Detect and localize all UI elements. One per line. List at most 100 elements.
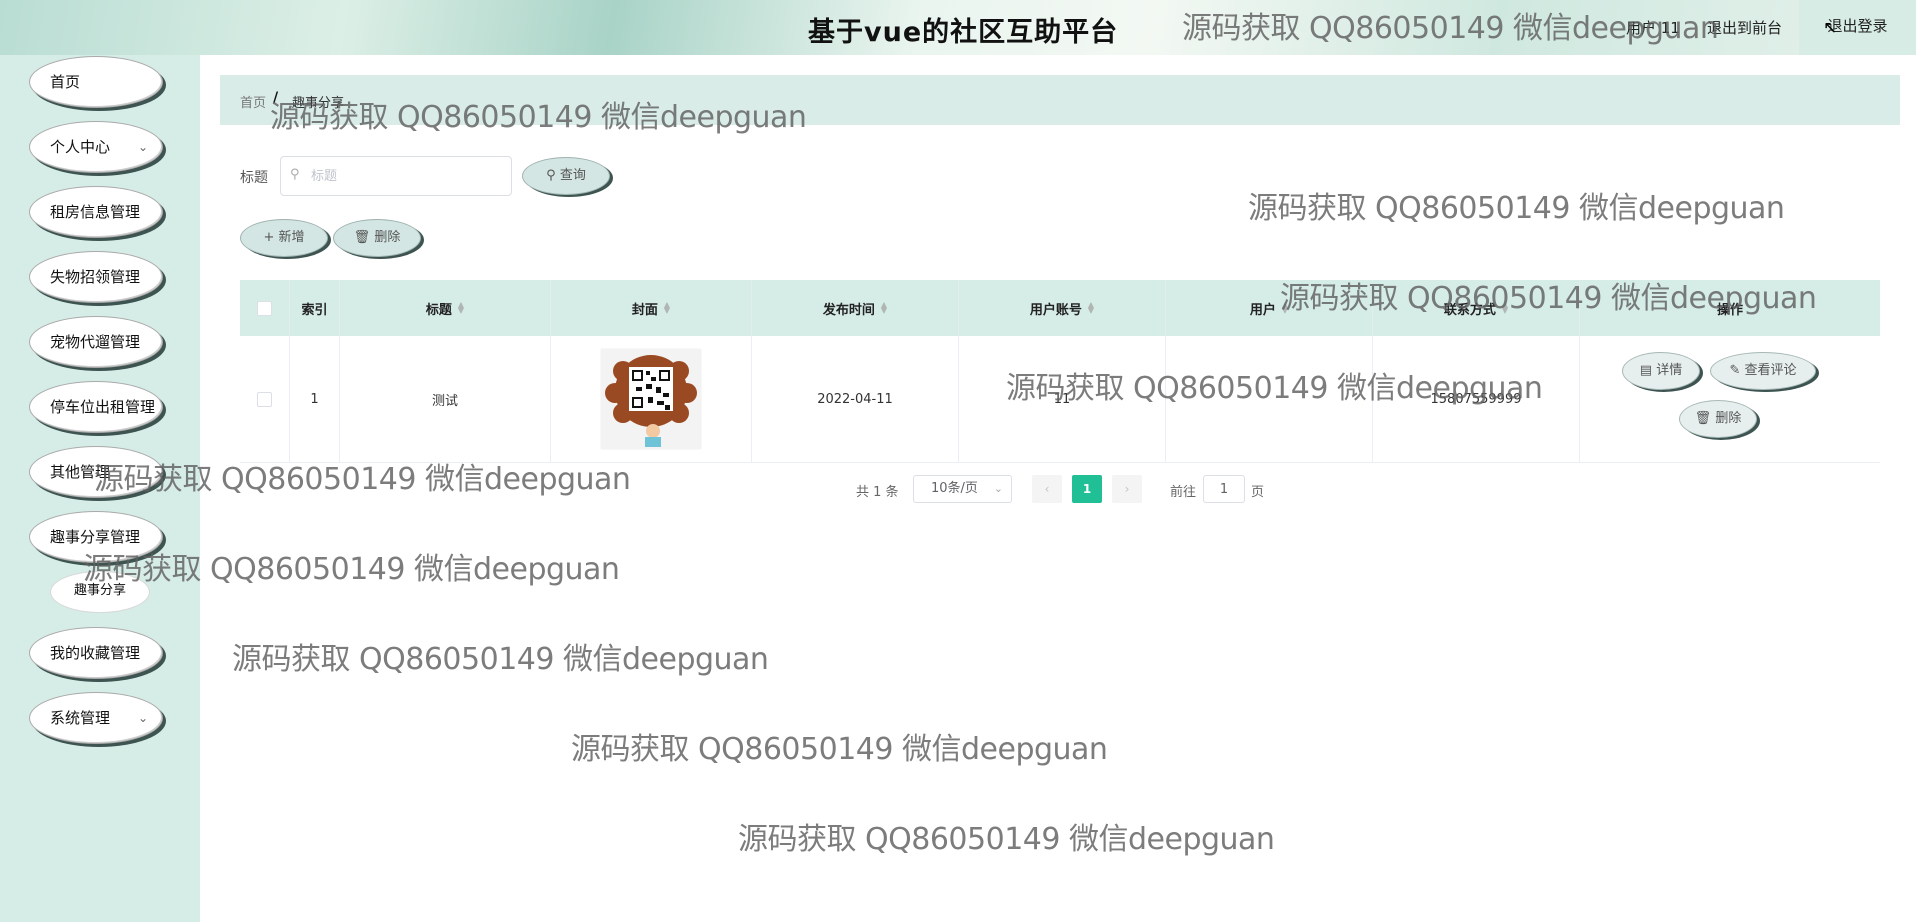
sort-icon[interactable]: ▲ ▼ <box>1502 301 1508 315</box>
trash-icon: 🗑 <box>1694 411 1716 426</box>
column-header-label: 封面 <box>631 302 658 318</box>
query-button[interactable]: ⚲ 查询 <box>522 157 610 195</box>
edit-icon: ✎ <box>1729 363 1745 378</box>
column-header-account[interactable]: 用户账号 ▲ ▼ <box>959 280 1166 336</box>
search-icon: ⚲ <box>546 168 560 183</box>
sidebar-item-system[interactable]: 系统管理 ⌄ <box>29 692 163 744</box>
sort-icon[interactable]: ▲ ▼ <box>664 301 670 315</box>
sidebar-item-label: 个人中心 <box>50 138 111 156</box>
column-header-label: 发布时间 <box>822 302 875 318</box>
sort-icon[interactable]: ▲ ▼ <box>1282 301 1288 315</box>
cell-account: 11 <box>959 336 1166 462</box>
sidebar-item-home[interactable]: 首页 <box>29 56 163 108</box>
sidebar-item-label: 宠物代遛管理 <box>50 333 141 351</box>
sidebar-item-rental[interactable]: 租房信息管理 <box>29 186 163 238</box>
cell-actions: ▤ 详情 ✎ 查看评论 🗑 删除 <box>1580 336 1880 462</box>
cell-index: 1 <box>290 336 340 462</box>
sidebar-item-label: 趣事分享管理 <box>50 528 141 546</box>
watermark-text: 源码获取 QQ86050149 微信deepguan <box>232 642 769 677</box>
delete-button-label: 删除 <box>374 230 401 245</box>
sidebar-item-pet-walking[interactable]: 宠物代遛管理 <box>29 316 163 368</box>
sidebar-item-label: 系统管理 <box>50 709 111 727</box>
goto-page-input[interactable] <box>1203 475 1245 503</box>
chevron-down-icon: ⌄ <box>137 140 148 154</box>
sort-icon[interactable]: ▲ ▼ <box>881 301 887 315</box>
current-user: 用户 11 <box>1626 19 1680 37</box>
breadcrumb-separator: / <box>273 90 279 106</box>
select-all-cell <box>240 280 290 336</box>
table-header: 索引 标题 ▲ ▼ 封面 ▲ ▼ 发布时间 ▲ ▼ 用户账号 ▲ ▼ 用户 ▲ ▼ 联系方式 ▲ ▼ 操… <box>240 280 1880 336</box>
page-size-value: 10条/页 <box>931 481 978 496</box>
cover-image[interactable] <box>601 349 701 449</box>
row-delete-button[interactable]: 🗑 删除 <box>1679 400 1757 438</box>
document-icon: ▤ <box>1639 363 1657 378</box>
sidebar-item-parking[interactable]: 停车位出租管理 <box>29 381 163 433</box>
sidebar-item-personal-center[interactable]: 个人中心 ⌄ <box>29 121 163 173</box>
search-title-input[interactable] <box>280 156 512 196</box>
cell-title: 测试 <box>340 336 551 462</box>
next-page-button[interactable]: › <box>1112 475 1142 503</box>
watermark-text: 源码获取 QQ86050149 微信deepguan <box>738 822 1275 857</box>
chevron-down-icon: ⌄ <box>993 482 1003 495</box>
query-button-label: 查询 <box>559 168 586 183</box>
detail-button[interactable]: ▤ 详情 <box>1622 352 1700 390</box>
breadcrumb-current: 趣事分享 <box>292 96 345 111</box>
select-all-checkbox[interactable] <box>257 300 272 316</box>
column-header-date[interactable]: 发布时间 ▲ ▼ <box>752 280 959 336</box>
search-title-label: 标题 <box>240 170 268 186</box>
row-select-cell <box>240 336 290 462</box>
sort-icon[interactable]: ▲ ▼ <box>458 301 464 315</box>
logout-button[interactable]: 退出登录 <box>1799 0 1916 55</box>
delete-button[interactable]: 🗑 删除 <box>333 219 421 257</box>
column-header-index: 索引 <box>290 280 340 336</box>
prev-page-button[interactable]: ‹ <box>1032 475 1062 503</box>
plus-icon: + <box>263 230 279 245</box>
column-header-title[interactable]: 标题 ▲ ▼ <box>340 280 551 336</box>
view-comments-label: 查看评论 <box>1744 363 1797 378</box>
row-delete-label: 删除 <box>1715 411 1742 426</box>
sidebar-item-other[interactable]: 其他管理 <box>29 446 163 498</box>
column-header-actions: 操作 <box>1580 280 1880 336</box>
sidebar-item-fun-share[interactable]: 趣事分享管理 <box>29 511 163 563</box>
sidebar-item-lost-found[interactable]: 失物招领管理 <box>29 251 163 303</box>
pagination-total: 共 1 条 <box>856 485 899 500</box>
page-number-current[interactable]: 1 <box>1072 475 1102 503</box>
column-header-label: 用户账号 <box>1029 302 1082 318</box>
app-title: 基于vue的社区互助平台 <box>808 17 1119 48</box>
add-button[interactable]: + 新增 <box>240 219 328 257</box>
search-icon: ⚲ <box>290 167 300 182</box>
sidebar-subitem-fun-share[interactable]: 趣事分享 <box>50 571 150 613</box>
column-header-contact[interactable]: 联系方式 ▲ ▼ <box>1373 280 1580 336</box>
trash-icon: 🗑 <box>353 230 375 245</box>
column-header-cover[interactable]: 封面 ▲ ▼ <box>551 280 752 336</box>
watermark-text: 源码获取 QQ86050149 微信deepguan <box>1248 191 1785 226</box>
cell-user <box>1166 336 1373 462</box>
sidebar-item-label: 首页 <box>50 73 81 91</box>
view-comments-button[interactable]: ✎ 查看评论 <box>1710 352 1816 390</box>
column-header-label: 索引 <box>301 302 328 318</box>
detail-button-label: 详情 <box>1656 363 1683 378</box>
add-button-label: 新增 <box>278 230 305 245</box>
sidebar-item-label: 停车位出租管理 <box>50 398 156 416</box>
goto-label: 前往 <box>1170 485 1197 500</box>
table-row: 1 测试 2022-04-11 11 15807559999 ▤ 详情 ✎ 查看… <box>240 336 1880 463</box>
cell-date: 2022-04-11 <box>752 336 959 462</box>
cell-contact: 15807559999 <box>1373 336 1580 462</box>
exit-to-front-link[interactable]: 退出到前台 <box>1707 17 1782 38</box>
breadcrumb: 首页 / 趣事分享 <box>220 75 1900 125</box>
qr-code-cover-icon <box>601 349 701 449</box>
sidebar-item-label: 租房信息管理 <box>50 203 141 221</box>
column-header-label: 用户 <box>1249 302 1276 318</box>
mouse-cursor-icon: ↖ <box>1823 18 1838 38</box>
cell-cover <box>551 336 752 462</box>
breadcrumb-home[interactable]: 首页 <box>240 92 266 111</box>
column-header-user[interactable]: 用户 ▲ ▼ <box>1166 280 1373 336</box>
top-header: 基于vue的社区互助平台 用户 11 退出到前台 退出登录 <box>0 0 1916 55</box>
watermark-text: 源码获取 QQ86050149 微信deepguan <box>571 732 1108 767</box>
sidebar-item-favorites[interactable]: 我的收藏管理 <box>29 627 163 679</box>
page-suffix-label: 页 <box>1251 485 1265 500</box>
column-header-label: 联系方式 <box>1443 302 1496 318</box>
sort-icon[interactable]: ▲ ▼ <box>1088 301 1094 315</box>
row-checkbox[interactable] <box>257 391 272 407</box>
page-size-select[interactable]: 10条/页 ⌄ <box>913 475 1012 503</box>
